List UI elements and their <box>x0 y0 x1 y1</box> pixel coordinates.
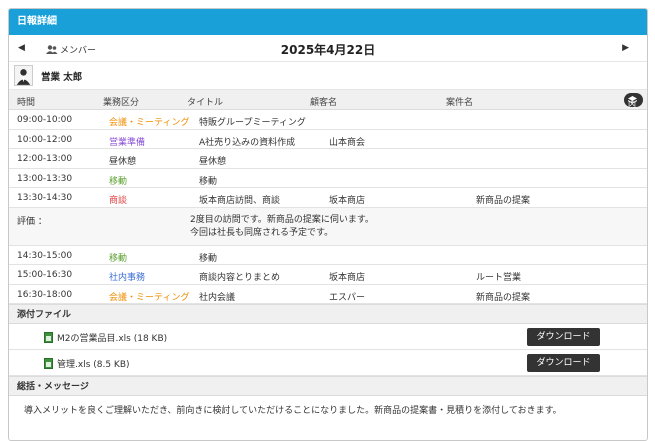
row-client: エスパー <box>329 292 366 303</box>
next-day-button[interactable]: ▶ <box>622 43 629 53</box>
row-case: 新商品の提案 <box>476 196 531 206</box>
user-name: 営業 太郎 <box>41 71 83 83</box>
schedule-rows-top: 09:00-10:00 会議・ミーティング 特販グループミーティング 10:00-12… <box>9 110 647 208</box>
panel-title: 日報詳細 <box>9 9 647 35</box>
row-title: 社内会議 <box>199 292 236 303</box>
current-date: 2025年4月22日 <box>280 43 376 57</box>
attachment-file[interactable]: 管理.xls (8.5 KB) <box>44 357 130 370</box>
show-details-button[interactable]: 内容表示 <box>624 93 643 151</box>
attachment-row: M2の営業品目.xls (18 KB) ダウンロード <box>9 324 647 350</box>
attachment-file[interactable]: M2の営業品目.xls (18 KB) <box>44 331 167 344</box>
download-button[interactable]: ダウンロード <box>527 328 600 346</box>
evaluation-line-2: 今回は社長も同席される予定です。 <box>190 227 334 238</box>
evaluation-label: 評価 ： <box>17 216 47 227</box>
schedule-row: 13:00-13:30 移動 移動 <box>9 169 647 188</box>
row-client: 坂本商店 <box>329 196 366 206</box>
schedule-row: 10:00-12:00 営業準備 A社売り込みの資料作成 山本商会 <box>9 130 647 149</box>
schedule-row: 12:00-13:00 昼休憩 昼休憩 <box>9 149 647 169</box>
row-title: 昼休憩 <box>199 157 227 167</box>
row-category: 商談 <box>109 196 128 206</box>
schedule-row: 15:00-16:30 社内事務 商談内容とりまとめ 坂本商店 ルート営業 <box>9 265 647 285</box>
attachment-name: M2の営業品目.xls (18 KB) <box>57 334 168 344</box>
col-category: 業務区分 <box>103 98 140 108</box>
summary-text: 導入メリットを良くご理解いただき、前向きに検討していただけることになりました。新… <box>24 406 562 416</box>
row-time: 10:00-12:00 <box>17 134 73 145</box>
row-case: ルート営業 <box>476 273 522 283</box>
report-panel: 日報詳細 ◀ メンバー 2025年4月22日 ▶ 営業 太郎 時間 業務区分 タ… <box>8 8 648 441</box>
schedule-row: 09:00-10:00 会議・ミーティング 特販グループミーティング <box>9 110 647 130</box>
summary-section-title: 総括・メッセージ <box>9 376 647 396</box>
avatar <box>14 65 33 86</box>
row-title: 移動 <box>199 253 218 264</box>
evaluation-line-1: 2度目の訪問です。新商品の提案に伺います。 <box>190 214 374 225</box>
row-title: 商談内容とりまとめ <box>199 273 281 283</box>
col-title: タイトル <box>187 98 224 108</box>
attachment-list: M2の営業品目.xls (18 KB) ダウンロード 管理.xls (8.5 KB)… <box>9 324 647 376</box>
excel-file-icon <box>44 358 53 369</box>
download-button[interactable]: ダウンロード <box>527 354 600 372</box>
row-category: 営業準備 <box>109 137 146 148</box>
row-time: 13:30-14:30 <box>17 193 73 203</box>
row-time: 15:00-16:30 <box>17 270 73 280</box>
row-category: 社内事務 <box>109 273 146 283</box>
col-client: 顧客名 <box>310 98 338 108</box>
evaluation-text: 2度目の訪問です。新商品の提案に伺います。 今回は社長も同席される予定です。 <box>190 214 374 240</box>
evaluation-row: 評価 ： 2度目の訪問です。新商品の提案に伺います。 今回は社長も同席される予定… <box>9 207 647 246</box>
row-title: 特販グループミーティング <box>199 118 306 128</box>
row-category: 昼休憩 <box>109 157 137 167</box>
user-header: 営業 太郎 <box>9 62 647 90</box>
schedule-row: 13:30-14:30 商談 坂本商店訪問、商談 坂本商店 新商品の提案 <box>9 188 647 208</box>
row-category: 会議・ミーティング <box>109 292 190 303</box>
row-case: 新商品の提案 <box>476 292 531 303</box>
date-navigation: ◀ メンバー 2025年4月22日 ▶ <box>9 35 647 62</box>
row-client: 坂本商店 <box>329 273 366 283</box>
row-time: 14:30-15:00 <box>17 250 73 261</box>
col-case: 案件名 <box>446 98 474 108</box>
row-category: 移動 <box>109 176 128 187</box>
row-title: 坂本商店訪問、商談 <box>199 196 281 206</box>
row-category: 会議・ミーティング <box>109 118 190 128</box>
row-category: 移動 <box>109 253 128 264</box>
attachment-name: 管理.xls (8.5 KB) <box>57 360 130 370</box>
attachment-row: 管理.xls (8.5 KB) ダウンロード <box>9 350 647 376</box>
row-client: 山本商会 <box>329 137 366 148</box>
row-time: 09:00-10:00 <box>17 115 73 125</box>
schedule-table-header: 時間 業務区分 タイトル 顧客名 案件名 内容表示 <box>9 90 647 151</box>
row-time: 16:30-18:00 <box>17 289 73 300</box>
schedule-row: 14:30-15:00 移動 移動 <box>9 246 647 265</box>
schedule-rows-bottom: 14:30-15:00 移動 移動 15:00-16:30 社内事務 商談内容とりまとめ 坂… <box>9 246 647 304</box>
schedule-row: 16:30-18:00 会議・ミーティング 社内会議 エスパー 新商品の提案 <box>9 285 647 304</box>
row-title: 移動 <box>199 176 218 187</box>
row-time: 13:00-13:30 <box>17 173 73 184</box>
excel-file-icon <box>44 332 53 343</box>
col-time: 時間 <box>17 98 36 108</box>
attachments-section-title: 添付ファイル <box>9 304 647 324</box>
row-time: 12:00-13:00 <box>17 154 73 164</box>
row-title: A社売り込みの資料作成 <box>199 137 296 148</box>
